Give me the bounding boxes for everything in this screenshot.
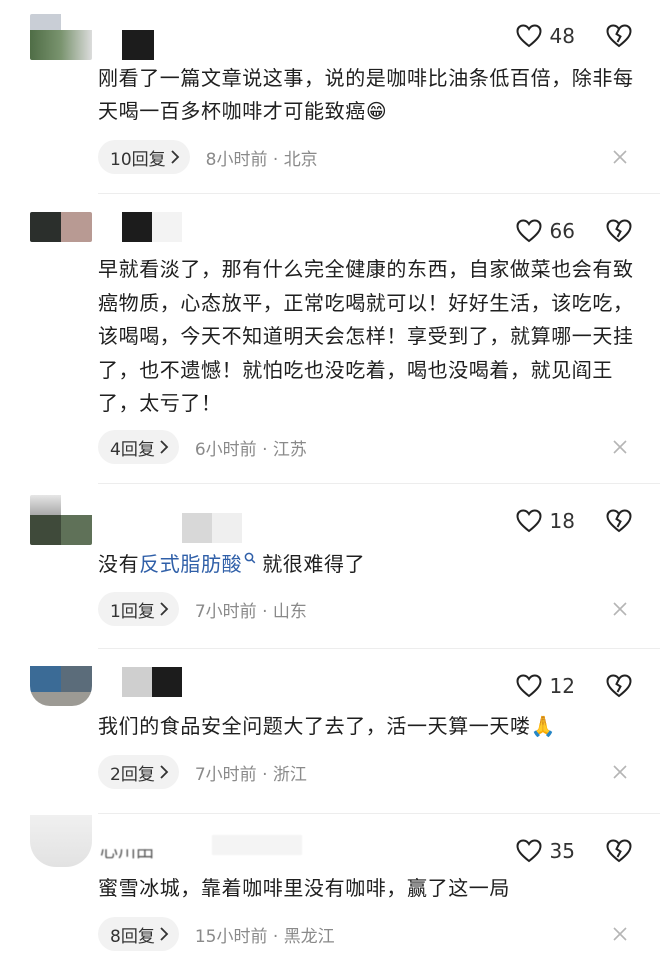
comment-meta: 2回复 7小时前 · 浙江 bbox=[98, 754, 307, 790]
chevron-right-icon bbox=[160, 440, 169, 454]
like-button[interactable]: 66 bbox=[516, 217, 575, 245]
heart-icon bbox=[516, 509, 542, 533]
like-count: 48 bbox=[549, 24, 575, 48]
comment-text: 没有反式脂肪酸 就很难得了 bbox=[98, 548, 638, 581]
dislike-button[interactable] bbox=[606, 507, 632, 535]
chevron-right-icon bbox=[160, 765, 169, 779]
comment-text: 蜜雪冰城，靠着咖啡里没有咖啡，赢了这一局 bbox=[98, 872, 638, 905]
reply-count: 2回复 bbox=[110, 764, 155, 785]
comment-meta: 10回复 8小时前 · 北京 bbox=[98, 139, 318, 175]
chevron-right-icon bbox=[160, 602, 169, 616]
username-redacted[interactable] bbox=[122, 212, 182, 242]
divider bbox=[98, 813, 660, 814]
broken-heart-icon bbox=[606, 509, 632, 533]
reply-count: 8回复 bbox=[110, 926, 155, 947]
time-location: 15小时前 · 黑龙江 bbox=[194, 926, 335, 947]
username-partial: 心川田 bbox=[100, 841, 154, 862]
comment-body: 早就看淡了，那有什么完全健康的东西，自家做菜也会有致癌物质，心态放平，正常吃喝就… bbox=[98, 257, 634, 415]
username-redacted[interactable] bbox=[122, 30, 182, 60]
chevron-right-icon bbox=[160, 927, 169, 941]
reply-count: 10回复 bbox=[110, 149, 166, 170]
like-button[interactable]: 18 bbox=[516, 507, 575, 535]
heart-icon bbox=[516, 219, 542, 243]
reply-button[interactable]: 10回复 bbox=[98, 140, 190, 174]
avatar[interactable] bbox=[30, 14, 92, 60]
heart-icon bbox=[516, 839, 542, 863]
close-icon[interactable] bbox=[612, 764, 628, 780]
time-location: 7小时前 · 浙江 bbox=[194, 764, 307, 785]
reply-button[interactable]: 8回复 bbox=[98, 917, 179, 951]
broken-heart-icon bbox=[606, 674, 632, 698]
heart-icon bbox=[516, 674, 542, 698]
divider bbox=[98, 648, 660, 649]
close-icon[interactable] bbox=[612, 149, 628, 165]
broken-heart-icon bbox=[606, 24, 632, 48]
comment-body: 蜜雪冰城，靠着咖啡里没有咖啡，赢了这一局 bbox=[98, 876, 510, 900]
username-redacted[interactable] bbox=[122, 667, 182, 697]
chevron-right-icon bbox=[171, 150, 179, 164]
dislike-button[interactable] bbox=[606, 837, 632, 865]
comment-item: 66 早就看淡了，那有什么完全健康的东西，自家做菜也会有致癌物质，心态放平，正常… bbox=[0, 195, 660, 485]
comment-body: 没有 bbox=[98, 552, 140, 576]
reply-count: 4回复 bbox=[110, 439, 155, 460]
comment-item: 18 没有反式脂肪酸 就很难得了 1回复 7小时前 · 山东 bbox=[0, 485, 660, 650]
like-button[interactable]: 48 bbox=[516, 22, 575, 50]
username-redacted[interactable]: 心川田 bbox=[100, 825, 302, 861]
divider bbox=[98, 193, 660, 194]
comment-item: 心川田 35 蜜雪冰城，靠着咖啡里没有咖啡，赢了这一局 8回复 15小时前 · … bbox=[0, 815, 660, 970]
search-link-text: 反式脂肪酸 bbox=[139, 552, 243, 576]
comment-meta: 8回复 15小时前 · 黑龙江 bbox=[98, 916, 335, 952]
search-link[interactable]: 反式脂肪酸 bbox=[139, 552, 262, 576]
time-location: 6小时前 · 江苏 bbox=[194, 439, 307, 460]
broken-heart-icon bbox=[606, 219, 632, 243]
avatar[interactable] bbox=[30, 815, 92, 867]
like-button[interactable]: 35 bbox=[516, 837, 575, 865]
broken-heart-icon bbox=[606, 839, 632, 863]
comment-body-after: 就很难得了 bbox=[262, 552, 366, 576]
like-count: 12 bbox=[549, 674, 575, 698]
close-icon[interactable] bbox=[612, 601, 628, 617]
dislike-button[interactable] bbox=[606, 217, 632, 245]
comment-text: 我们的食品安全问题大了去了，活一天算一天喽🙏 bbox=[98, 710, 638, 743]
like-count: 66 bbox=[549, 219, 575, 243]
comment-text: 早就看淡了，那有什么完全健康的东西，自家做菜也会有致癌物质，心态放平，正常吃喝就… bbox=[98, 253, 638, 421]
reply-button[interactable]: 4回复 bbox=[98, 430, 179, 464]
pray-emoji: 🙏 bbox=[530, 714, 557, 738]
avatar[interactable] bbox=[30, 495, 92, 545]
comment-text: 刚看了一篇文章说这事，说的是咖啡比油条低百倍，除非每天喝一百多杯咖啡才可能致癌😁 bbox=[98, 62, 638, 128]
avatar[interactable] bbox=[30, 666, 92, 706]
grin-emoji: 😁 bbox=[365, 99, 388, 123]
close-icon[interactable] bbox=[612, 439, 628, 455]
like-count: 35 bbox=[549, 839, 575, 863]
reply-button[interactable]: 1回复 bbox=[98, 592, 179, 626]
heart-icon bbox=[516, 24, 542, 48]
time-location: 8小时前 · 北京 bbox=[205, 149, 318, 170]
comment-meta: 1回复 7小时前 · 山东 bbox=[98, 591, 307, 627]
comment-item: 48 刚看了一篇文章说这事，说的是咖啡比油条低百倍，除非每天喝一百多杯咖啡才可能… bbox=[0, 0, 660, 195]
comment-body: 我们的食品安全问题大了去了，活一天算一天喽 bbox=[98, 714, 531, 738]
divider bbox=[98, 483, 660, 484]
dislike-button[interactable] bbox=[606, 672, 632, 700]
reply-count: 1回复 bbox=[110, 601, 155, 622]
comment-meta: 4回复 6小时前 · 江苏 bbox=[98, 429, 307, 465]
dislike-button[interactable] bbox=[606, 22, 632, 50]
like-count: 18 bbox=[549, 509, 575, 533]
like-button[interactable]: 12 bbox=[516, 672, 575, 700]
username-redacted[interactable] bbox=[122, 513, 242, 543]
avatar[interactable] bbox=[30, 212, 92, 242]
close-icon[interactable] bbox=[612, 926, 628, 942]
search-icon bbox=[244, 552, 256, 564]
time-location: 7小时前 · 山东 bbox=[194, 601, 307, 622]
reply-button[interactable]: 2回复 bbox=[98, 755, 179, 789]
comment-item: 12 我们的食品安全问题大了去了，活一天算一天喽🙏 2回复 7小时前 · 浙江 bbox=[0, 650, 660, 815]
